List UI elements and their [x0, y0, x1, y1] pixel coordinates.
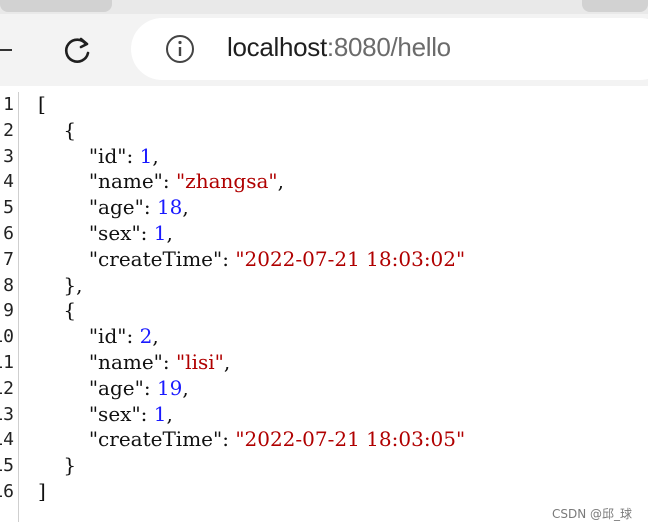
line-number-gutter: 12345678910111213141516 — [0, 92, 19, 522]
line-number: 13 — [0, 403, 14, 425]
json-line: { — [38, 298, 76, 324]
json-string: "2022-07-21 18:03:05" — [235, 427, 466, 452]
info-icon[interactable] — [165, 34, 195, 64]
json-punctuation: : — [162, 350, 176, 374]
browser-tab[interactable] — [0, 0, 112, 12]
line-number: 16 — [0, 481, 14, 502]
json-line: } — [38, 453, 76, 479]
json-punctuation: : — [143, 375, 157, 400]
json-number: 19 — [156, 375, 183, 400]
json-punctuation: { — [38, 117, 77, 142]
json-punctuation: , — [182, 195, 189, 220]
json-line: [ — [38, 92, 46, 118]
json-line: }, — [38, 272, 83, 299]
json-line: "createTime": "2022-07-21 18:03:05" — [38, 427, 465, 453]
address-bar[interactable]: localhost:8080/hello — [131, 18, 648, 80]
json-number: 18 — [156, 195, 183, 220]
json-line: { — [38, 118, 76, 144]
line-number: 14 — [0, 429, 14, 451]
json-punctuation: { — [38, 298, 77, 323]
json-punctuation: , — [152, 143, 159, 168]
json-key: "sex" — [38, 221, 141, 245]
json-key: "name" — [38, 350, 163, 374]
line-number: 2 — [3, 119, 14, 141]
json-punctuation: : — [126, 324, 140, 349]
json-line: "sex": 1, — [38, 402, 173, 428]
json-punctuation: , — [182, 375, 189, 400]
json-punctuation: : — [162, 169, 176, 194]
json-punctuation: , — [223, 350, 231, 374]
json-punctuation: , — [277, 169, 284, 194]
json-number: 2 — [139, 324, 153, 349]
browser-toolbar: localhost:8080/hello — [0, 14, 648, 86]
json-punctuation: : — [140, 401, 154, 426]
tab-strip — [0, 0, 648, 14]
json-number: 1 — [139, 143, 153, 168]
json-string: "zhangsa" — [175, 169, 278, 194]
json-line: "id": 1, — [38, 144, 159, 170]
json-punctuation: : — [140, 221, 154, 245]
json-punctuation: [ — [38, 92, 46, 116]
reload-icon[interactable] — [58, 32, 96, 70]
json-punctuation: : — [126, 143, 140, 168]
line-number: 12 — [0, 377, 14, 399]
json-punctuation: }, — [38, 272, 83, 297]
line-number: 8 — [3, 274, 14, 296]
url-path: :8080/hello — [326, 32, 451, 62]
line-number: 15 — [0, 455, 14, 477]
json-key: "age" — [38, 195, 144, 220]
line-number: 4 — [3, 171, 14, 193]
line-number: 3 — [3, 145, 14, 167]
json-line: ] — [38, 479, 46, 505]
line-number: 11 — [0, 352, 14, 373]
json-line: "age": 18, — [38, 195, 189, 221]
json-punctuation: , — [166, 401, 173, 426]
watermark: CSDN @邱_球 — [551, 507, 632, 521]
line-number: 5 — [3, 197, 14, 219]
line-number: 1 — [3, 94, 14, 115]
json-string: "2022-07-21 18:03:02" — [235, 246, 466, 271]
json-key: "createTime" — [38, 427, 223, 452]
json-punctuation: : — [143, 195, 157, 220]
json-key: "id" — [38, 324, 127, 349]
url-host: localhost — [227, 32, 327, 62]
json-number: 1 — [153, 221, 167, 245]
json-line: "age": 19, — [38, 376, 189, 402]
line-number: 7 — [3, 248, 14, 270]
browser-tab[interactable] — [582, 0, 648, 12]
line-number: 10 — [0, 326, 14, 348]
line-number: 9 — [3, 300, 14, 322]
page-content: 12345678910111213141516 [ { "id": 1, "na… — [0, 86, 648, 530]
json-line: "sex": 1, — [38, 221, 173, 247]
json-punctuation: : — [222, 246, 236, 271]
json-line: "name": "zhangsa", — [38, 169, 284, 195]
json-key: "id" — [38, 143, 127, 168]
json-string: "lisi" — [175, 350, 224, 374]
url-text[interactable]: localhost:8080/hello — [227, 32, 451, 63]
json-punctuation: , — [152, 324, 159, 349]
json-punctuation: : — [222, 427, 236, 452]
json-punctuation: , — [166, 221, 173, 245]
json-line: "createTime": "2022-07-21 18:03:02" — [38, 247, 465, 273]
json-key: "sex" — [38, 401, 141, 426]
json-key: "name" — [38, 169, 163, 194]
json-key: "createTime" — [38, 246, 223, 271]
json-line: "id": 2, — [38, 324, 159, 350]
json-punctuation: ] — [38, 479, 46, 503]
line-number: 6 — [3, 223, 14, 244]
json-number: 1 — [153, 401, 167, 426]
json-punctuation: } — [38, 453, 77, 478]
json-line: "name": "lisi", — [38, 350, 230, 376]
back-arrow-icon[interactable] — [0, 40, 14, 60]
json-key: "age" — [38, 375, 144, 400]
